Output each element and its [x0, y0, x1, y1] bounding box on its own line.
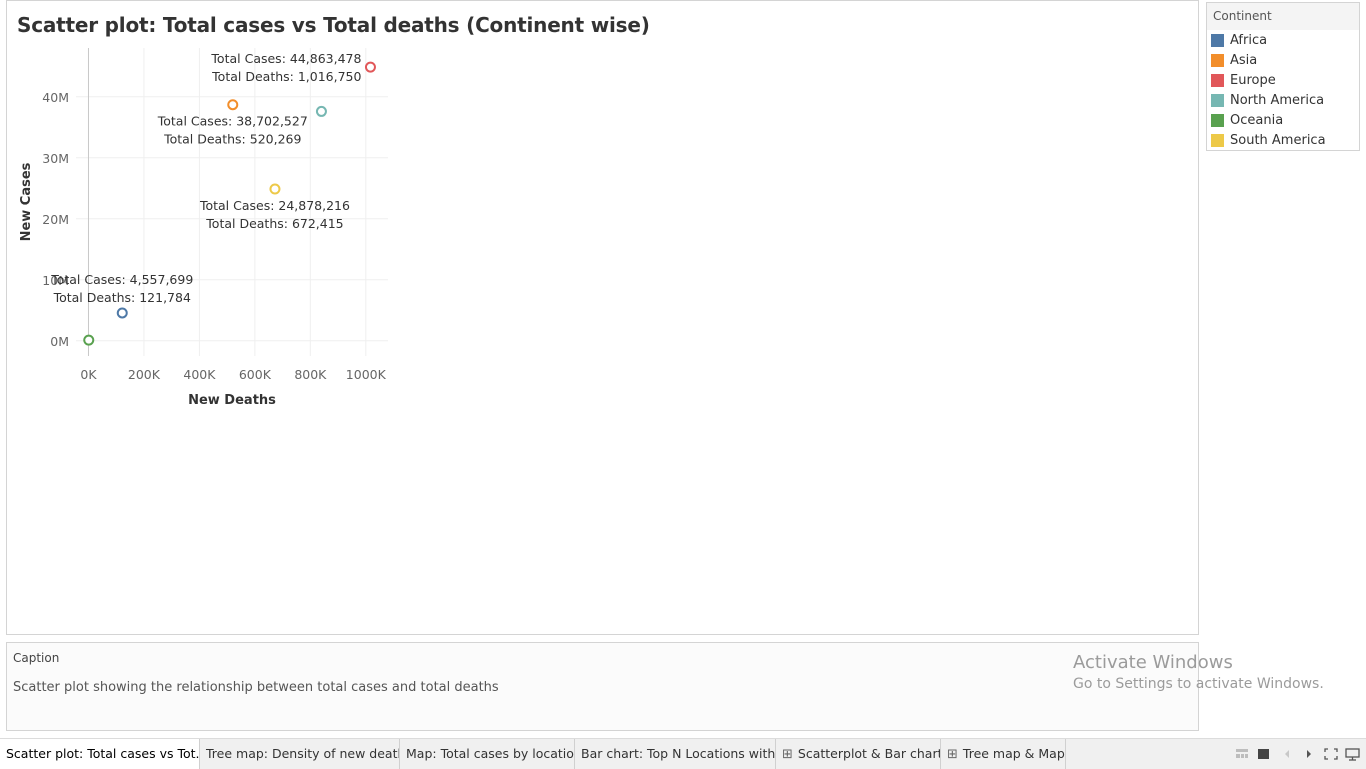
x-axis-title: New Deaths — [188, 393, 276, 408]
tab-label: Bar chart: Top N Locations with ... — [581, 746, 776, 761]
data-label: Total Cases: 4,557,699 — [50, 272, 193, 287]
y-tick-label: 20M — [42, 212, 69, 227]
data-point — [116, 307, 128, 319]
legend-item-oceania[interactable]: Oceania — [1207, 110, 1359, 130]
x-tick-label: 600K — [239, 367, 272, 382]
legend-swatch-asia — [1211, 53, 1224, 67]
legend-item-south-america[interactable]: South America — [1207, 130, 1359, 150]
caption-panel: Caption Scatter plot showing the relatio… — [6, 642, 1199, 731]
data-label: Total Deaths: 1,016,750 — [211, 69, 361, 84]
watermark-title: Activate Windows — [1073, 652, 1233, 673]
next-sheet-icon[interactable] — [1305, 748, 1313, 760]
legend-label: North America — [1230, 92, 1325, 108]
continent-legend: Continent Africa Asia Europe North Ameri… — [1206, 2, 1360, 151]
data-point — [364, 61, 376, 73]
data-label: Total Deaths: 520,269 — [163, 132, 301, 147]
legend-item-asia[interactable]: Asia — [1207, 50, 1359, 70]
y-tick-label: 0M — [50, 334, 69, 349]
legend-item-europe[interactable]: Europe — [1207, 70, 1359, 90]
y-tick-label: 40M — [42, 90, 69, 105]
y-tick-label: 30M — [42, 151, 69, 166]
tab-scatterplot-bar-dashboard[interactable]: ⊞ Scatterplot & Bar chart — [776, 739, 941, 769]
data-point — [227, 99, 239, 111]
x-tick-label: 200K — [128, 367, 161, 382]
tab-label: Tree map & Map — [962, 746, 1065, 761]
tab-tree-map[interactable]: Tree map: Density of new death... — [200, 739, 400, 769]
tab-treemap-map-dashboard[interactable]: ⊞ Tree map & Map — [941, 739, 1066, 769]
legend-label: Asia — [1230, 52, 1258, 68]
x-tick-label: 1000K — [346, 367, 387, 382]
tab-map[interactable]: Map: Total cases by location — [400, 739, 575, 769]
legend-swatch-africa — [1211, 33, 1224, 47]
sheet-tab-bar: Scatter plot: Total cases vs Tot... Tree… — [0, 738, 1366, 769]
legend-item-north-america[interactable]: North America — [1207, 90, 1359, 110]
tab-scatter-plot[interactable]: Scatter plot: Total cases vs Tot... — [0, 739, 200, 769]
dashboard-icon: ⊞ — [782, 747, 793, 762]
data-label: Total Cases: 24,878,216 — [199, 198, 350, 213]
legend-swatch-south-america — [1211, 133, 1224, 147]
caption-title: Caption — [13, 651, 60, 665]
legend-item-africa[interactable]: Africa — [1207, 30, 1359, 50]
x-tick-label: 800K — [294, 367, 327, 382]
tabs-view-icon[interactable] — [1258, 748, 1270, 760]
tab-label: Scatter plot: Total cases vs Tot... — [6, 746, 200, 761]
legend-title: Continent — [1207, 3, 1359, 30]
data-label: Total Deaths: 672,415 — [205, 216, 343, 231]
legend-label: Europe — [1230, 72, 1276, 88]
tab-label: Map: Total cases by location — [406, 746, 575, 761]
filmstrip-view-icon[interactable] — [1236, 748, 1250, 760]
legend-swatch-north-america — [1211, 93, 1224, 107]
caption-text: Scatter plot showing the relationship be… — [13, 680, 499, 695]
activate-windows-watermark: Activate Windows Go to Settings to activ… — [1073, 652, 1324, 692]
tab-label: Scatterplot & Bar chart — [797, 746, 941, 761]
legend-label: South America — [1230, 132, 1326, 148]
legend-swatch-oceania — [1211, 113, 1224, 127]
data-label: Total Deaths: 121,784 — [53, 290, 191, 305]
data-point — [269, 183, 281, 195]
scatter-chart[interactable]: 0K 200K 400K 600K 800K 1000K0M10M20M30M40MNew… — [0, 0, 400, 420]
presentation-mode-icon[interactable] — [1345, 748, 1361, 761]
previous-sheet-icon[interactable] — [1283, 748, 1291, 760]
y-axis-title: New Cases — [19, 162, 34, 241]
x-tick-label: 400K — [183, 367, 216, 382]
legend-label: Africa — [1230, 32, 1268, 48]
watermark-subtitle: Go to Settings to activate Windows. — [1073, 676, 1324, 692]
legend-label: Oceania — [1230, 112, 1284, 128]
legend-swatch-europe — [1211, 73, 1224, 87]
data-point — [83, 334, 95, 346]
data-point — [315, 105, 327, 117]
tab-label: Tree map: Density of new death... — [206, 746, 400, 761]
x-tick-label: 0K — [80, 367, 97, 382]
tab-bar-chart[interactable]: Bar chart: Top N Locations with ... — [575, 739, 776, 769]
fullscreen-icon[interactable] — [1324, 748, 1338, 760]
dashboard-icon: ⊞ — [947, 747, 958, 762]
data-label: Total Cases: 44,863,478 — [210, 51, 361, 66]
data-label: Total Cases: 38,702,527 — [157, 114, 308, 129]
